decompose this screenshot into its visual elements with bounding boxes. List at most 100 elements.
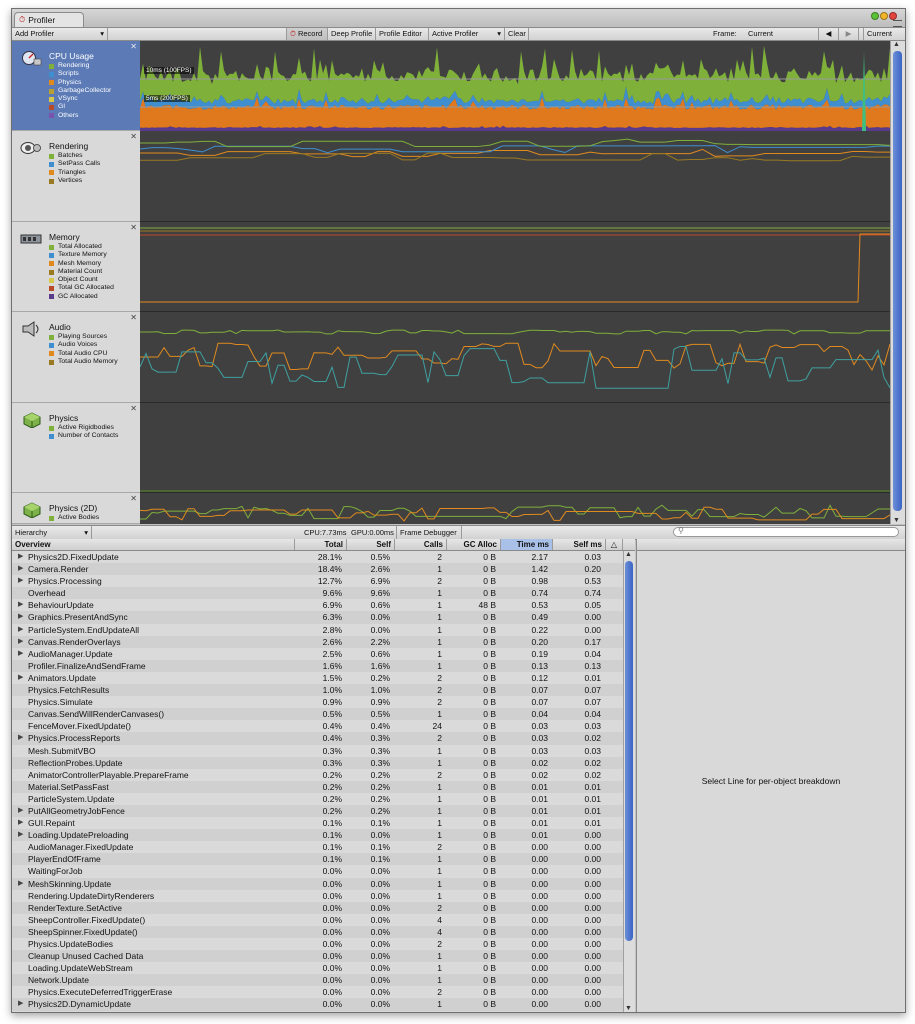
table-row[interactable]: ▶ Physics.Processing 12.7% 6.9% 2 0 B 0.98 0.53	[12, 575, 623, 588]
legend-item[interactable]: Active Rigidbodies	[49, 424, 118, 432]
expand-arrow-icon[interactable]: ▶	[18, 648, 23, 660]
zoom-window-icon[interactable]	[871, 12, 879, 20]
table-row[interactable]: AudioManager.FixedUpdate 0.1% 0.1% 2 0 B 0.00…	[12, 841, 623, 854]
view-mode-dropdown[interactable]: Hierarchy ▾	[12, 526, 92, 539]
legend-item[interactable]: Total Allocated	[49, 243, 114, 251]
module-rendering[interactable]: Rendering ✕ Batches SetPass Calls Triang…	[12, 131, 140, 222]
table-row[interactable]: Physics.UpdateBodies 0.0% 0.0% 2 0 B 0.00 0.00	[12, 938, 623, 951]
clear-button[interactable]: Clear	[505, 28, 529, 40]
table-row[interactable]: ▶ AudioManager.Update 2.5% 0.6% 1 0 B 0.19 0.04	[12, 647, 623, 660]
column-self[interactable]: Self	[347, 539, 395, 550]
close-module-icon[interactable]: ✕	[130, 42, 137, 51]
window-menu-icon[interactable]	[893, 20, 902, 27]
table-row[interactable]: Physics.ExecuteDeferredTriggerErase 0.0% 0…	[12, 986, 623, 999]
physics-2d-graph[interactable]	[140, 493, 890, 524]
legend-item[interactable]: Number of Contacts	[49, 432, 118, 440]
cpu-usage-graph[interactable]: 10ms (100FPS) 5ms (200FPS)	[140, 41, 890, 131]
table-row[interactable]: ▶ Graphics.PresentAndSync 6.3% 0.0% 1 0 B 0.49…	[12, 611, 623, 624]
legend-item[interactable]: Batches	[49, 152, 100, 160]
scroll-up-icon[interactable]: ▲	[893, 41, 900, 48]
table-row[interactable]: Profiler.FinalizeAndSendFrame 1.6% 1.6% 1 0 …	[12, 659, 623, 672]
close-module-icon[interactable]: ✕	[130, 132, 137, 141]
table-row[interactable]: SheepController.FixedUpdate() 0.0% 0.0% 4 0 …	[12, 913, 623, 926]
table-row[interactable]: ▶ BehaviourUpdate 6.9% 0.6% 1 48 B 0.53 0.05	[12, 599, 623, 612]
legend-item[interactable]: Playing Sources	[49, 333, 118, 341]
next-frame-button[interactable]: ▶	[839, 28, 859, 40]
legend-item[interactable]: Total Audio Memory	[49, 358, 118, 366]
table-row[interactable]: WaitingForJob 0.0% 0.0% 1 0 B 0.00 0.00	[12, 865, 623, 878]
close-module-icon[interactable]: ✕	[130, 494, 137, 503]
legend-item[interactable]: Total Audio CPU	[49, 350, 118, 358]
expand-arrow-icon[interactable]: ▶	[18, 611, 23, 623]
table-row[interactable]: AnimatorControllerPlayable.PrepareFrame 0…	[12, 768, 623, 781]
table-row[interactable]: Rendering.UpdateDirtyRenderers 0.0% 0.0% 1 0…	[12, 889, 623, 902]
column-warning-icon[interactable]: △	[606, 539, 623, 550]
legend-item[interactable]: Rendering	[49, 62, 111, 70]
expand-arrow-icon[interactable]: ▶	[18, 672, 23, 684]
rendering-graph[interactable]	[140, 131, 890, 222]
module-memory[interactable]: Memory ✕ Total Allocated Texture Memory …	[12, 222, 140, 312]
memory-graph[interactable]	[140, 222, 890, 312]
legend-item[interactable]: Scripts	[49, 70, 111, 78]
add-profiler-dropdown[interactable]: Add Profiler ▾	[12, 28, 108, 40]
table-row[interactable]: PlayerEndOfFrame 0.1% 0.1% 1 0 B 0.00 0.00	[12, 853, 623, 866]
table-row[interactable]: Overhead 9.6% 9.6% 1 0 B 0.74 0.74	[12, 587, 623, 600]
table-row[interactable]: ▶ Camera.Render 18.4% 2.6% 1 0 B 1.42 0.20	[12, 563, 623, 576]
module-physics-2d[interactable]: Physics (2D) ✕ Active Bodies	[12, 493, 140, 524]
column-gc-alloc[interactable]: GC Alloc	[447, 539, 501, 550]
table-row[interactable]: ▶ Physics2D.DynamicUpdate 0.0% 0.0% 1 0 B 0.00…	[12, 998, 623, 1011]
scroll-up-icon[interactable]: ▲	[625, 551, 632, 558]
table-row[interactable]: RenderTexture.SetActive 0.0% 0.0% 2 0 B 0.00 0…	[12, 901, 623, 914]
legend-item[interactable]: Others	[49, 112, 111, 120]
profile-editor-button[interactable]: Profile Editor	[376, 28, 429, 40]
expand-arrow-icon[interactable]: ▶	[18, 636, 23, 648]
frame-debugger-button[interactable]: Frame Debugger	[396, 526, 462, 539]
expand-arrow-icon[interactable]: ▶	[18, 732, 23, 744]
table-row[interactable]: FenceMover.FixedUpdate() 0.4% 0.4% 24 0 B 0.0…	[12, 720, 623, 733]
expand-arrow-icon[interactable]: ▶	[18, 998, 23, 1010]
search-input[interactable]: ⚲	[673, 526, 899, 537]
audio-graph[interactable]	[140, 312, 890, 403]
column-total[interactable]: Total	[295, 539, 347, 550]
column-self-ms[interactable]: Self ms	[553, 539, 606, 550]
legend-item[interactable]: Audio Voices	[49, 341, 118, 349]
legend-item[interactable]: Texture Memory	[49, 251, 114, 259]
expand-arrow-icon[interactable]: ▶	[18, 878, 23, 890]
minimize-window-icon[interactable]	[880, 12, 888, 20]
graph-scrollbar[interactable]: ▲ ▼	[890, 41, 905, 524]
table-row[interactable]: Loading.UpdateWebStream 0.0% 0.0% 1 0 B 0.00 0…	[12, 962, 623, 975]
close-module-icon[interactable]: ✕	[130, 313, 137, 322]
table-row[interactable]: ReflectionProbes.Update 0.3% 0.3% 1 0 B 0.02 0…	[12, 756, 623, 769]
table-row[interactable]: Canvas.SendWillRenderCanvases() 0.5% 0.5% 1…	[12, 708, 623, 721]
column-overview[interactable]: Overview	[12, 539, 295, 550]
module-audio[interactable]: Audio ✕ Playing Sources Audio Voices Tot…	[12, 312, 140, 403]
legend-item[interactable]: Vertices	[49, 177, 100, 185]
table-row[interactable]: Cleanup Unused Cached Data 0.0% 0.0% 1 0 B 0.…	[12, 950, 623, 963]
table-row[interactable]: Material.SetPassFast 0.2% 0.2% 1 0 B 0.01 0.01	[12, 780, 623, 793]
table-row[interactable]: Physics.FetchResults 1.0% 1.0% 2 0 B 0.07 0.07	[12, 684, 623, 697]
expand-arrow-icon[interactable]: ▶	[18, 805, 23, 817]
legend-item[interactable]: Mesh Memory	[49, 260, 114, 268]
deep-profile-button[interactable]: Deep Profile	[328, 28, 376, 40]
table-row[interactable]: SheepSpinner.FixedUpdate() 0.0% 0.0% 4 0 B 0.…	[12, 925, 623, 938]
table-row[interactable]: ParticleSystem.Update 0.2% 0.2% 1 0 B 0.01 0.0…	[12, 792, 623, 805]
table-row[interactable]: ▶ PutAllGeometryJobFence 0.2% 0.2% 1 0 B 0.01 0…	[12, 804, 623, 818]
current-frame-button[interactable]: Current	[863, 28, 905, 40]
record-button[interactable]: ⏱ Record	[286, 28, 328, 40]
expand-arrow-icon[interactable]: ▶	[18, 599, 23, 611]
legend-item[interactable]: Active Bodies	[49, 514, 99, 522]
table-row[interactable]: ▶ Physics2D.FixedUpdate 28.1% 0.5% 2 0 B 2.17 0…	[12, 551, 623, 564]
legend-item[interactable]: SetPass Calls	[49, 160, 100, 168]
close-module-icon[interactable]: ✕	[130, 404, 137, 413]
table-scroll-thumb[interactable]	[625, 561, 633, 941]
expand-arrow-icon[interactable]: ▶	[18, 563, 23, 575]
column-time-ms[interactable]: Time ms	[501, 539, 553, 550]
legend-item[interactable]: GarbageCollector	[49, 87, 111, 95]
previous-frame-button[interactable]: ◀	[819, 28, 839, 40]
legend-item[interactable]: Physics	[49, 79, 111, 87]
legend-item[interactable]: Total GC Allocated	[49, 284, 114, 292]
legend-item[interactable]: Object Count	[49, 276, 114, 284]
expand-arrow-icon[interactable]: ▶	[18, 575, 23, 587]
table-row[interactable]: ▶ MeshSkinning.Update 0.0% 0.0% 1 0 B 0.00 0.00	[12, 877, 623, 890]
expand-arrow-icon[interactable]: ▶	[18, 817, 23, 829]
